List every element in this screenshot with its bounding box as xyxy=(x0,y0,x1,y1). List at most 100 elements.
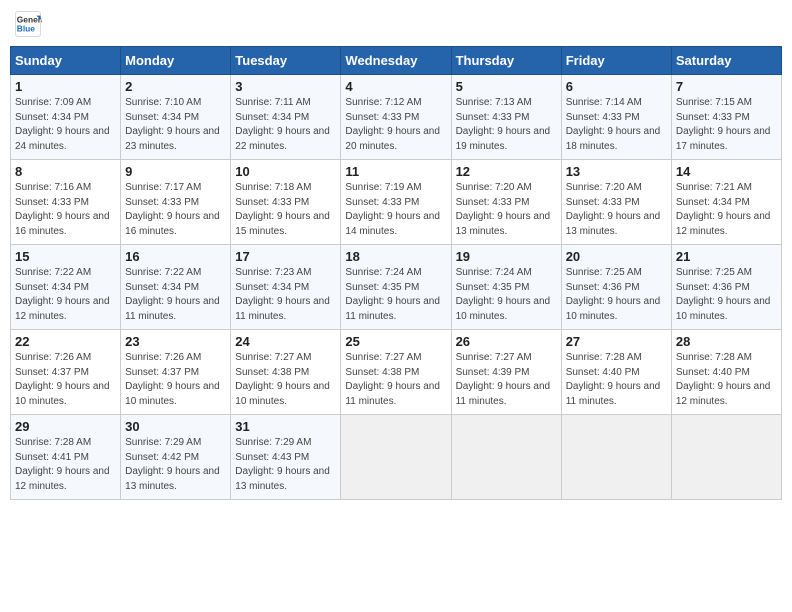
calendar-cell: 21 Sunrise: 7:25 AMSunset: 4:36 PMDaylig… xyxy=(671,245,781,330)
day-number: 11 xyxy=(345,164,446,179)
day-number: 12 xyxy=(456,164,557,179)
weekday-header-wednesday: Wednesday xyxy=(341,47,451,75)
day-number: 25 xyxy=(345,334,446,349)
day-number: 15 xyxy=(15,249,116,264)
day-info: Sunrise: 7:22 AMSunset: 4:34 PMDaylight:… xyxy=(125,267,220,322)
day-info: Sunrise: 7:28 AMSunset: 4:41 PMDaylight:… xyxy=(15,437,110,492)
day-number: 16 xyxy=(125,249,226,264)
calendar-cell: 7 Sunrise: 7:15 AMSunset: 4:33 PMDayligh… xyxy=(671,75,781,160)
day-info: Sunrise: 7:10 AMSunset: 4:34 PMDaylight:… xyxy=(125,97,220,152)
day-info: Sunrise: 7:28 AMSunset: 4:40 PMDaylight:… xyxy=(676,352,771,407)
day-number: 26 xyxy=(456,334,557,349)
day-number: 23 xyxy=(125,334,226,349)
day-number: 31 xyxy=(235,419,336,434)
day-number: 3 xyxy=(235,79,336,94)
calendar-cell: 8 Sunrise: 7:16 AMSunset: 4:33 PMDayligh… xyxy=(11,160,121,245)
day-info: Sunrise: 7:21 AMSunset: 4:34 PMDaylight:… xyxy=(676,182,771,237)
day-info: Sunrise: 7:15 AMSunset: 4:33 PMDaylight:… xyxy=(676,97,771,152)
calendar-cell: 3 Sunrise: 7:11 AMSunset: 4:34 PMDayligh… xyxy=(231,75,341,160)
day-info: Sunrise: 7:20 AMSunset: 4:33 PMDaylight:… xyxy=(566,182,661,237)
day-number: 30 xyxy=(125,419,226,434)
weekday-header-thursday: Thursday xyxy=(451,47,561,75)
calendar-cell: 18 Sunrise: 7:24 AMSunset: 4:35 PMDaylig… xyxy=(341,245,451,330)
calendar-cell: 31 Sunrise: 7:29 AMSunset: 4:43 PMDaylig… xyxy=(231,415,341,500)
day-number: 2 xyxy=(125,79,226,94)
day-number: 29 xyxy=(15,419,116,434)
calendar-cell xyxy=(671,415,781,500)
calendar-cell: 10 Sunrise: 7:18 AMSunset: 4:33 PMDaylig… xyxy=(231,160,341,245)
day-info: Sunrise: 7:16 AMSunset: 4:33 PMDaylight:… xyxy=(15,182,110,237)
day-info: Sunrise: 7:09 AMSunset: 4:34 PMDaylight:… xyxy=(15,97,110,152)
calendar-cell: 4 Sunrise: 7:12 AMSunset: 4:33 PMDayligh… xyxy=(341,75,451,160)
calendar-week-row: 22 Sunrise: 7:26 AMSunset: 4:37 PMDaylig… xyxy=(11,330,782,415)
svg-text:Blue: Blue xyxy=(17,24,35,34)
calendar-cell: 1 Sunrise: 7:09 AMSunset: 4:34 PMDayligh… xyxy=(11,75,121,160)
day-info: Sunrise: 7:11 AMSunset: 4:34 PMDaylight:… xyxy=(235,97,330,152)
day-info: Sunrise: 7:12 AMSunset: 4:33 PMDaylight:… xyxy=(345,97,440,152)
page-header: General Blue xyxy=(10,10,782,38)
calendar-week-row: 8 Sunrise: 7:16 AMSunset: 4:33 PMDayligh… xyxy=(11,160,782,245)
calendar-cell: 9 Sunrise: 7:17 AMSunset: 4:33 PMDayligh… xyxy=(121,160,231,245)
calendar-cell: 26 Sunrise: 7:27 AMSunset: 4:39 PMDaylig… xyxy=(451,330,561,415)
day-number: 9 xyxy=(125,164,226,179)
logo: General Blue xyxy=(14,10,42,38)
calendar-cell: 11 Sunrise: 7:19 AMSunset: 4:33 PMDaylig… xyxy=(341,160,451,245)
calendar-cell: 15 Sunrise: 7:22 AMSunset: 4:34 PMDaylig… xyxy=(11,245,121,330)
day-number: 21 xyxy=(676,249,777,264)
day-info: Sunrise: 7:20 AMSunset: 4:33 PMDaylight:… xyxy=(456,182,551,237)
day-number: 5 xyxy=(456,79,557,94)
day-number: 7 xyxy=(676,79,777,94)
calendar-cell: 12 Sunrise: 7:20 AMSunset: 4:33 PMDaylig… xyxy=(451,160,561,245)
weekday-header-saturday: Saturday xyxy=(671,47,781,75)
weekday-header-tuesday: Tuesday xyxy=(231,47,341,75)
calendar-cell: 6 Sunrise: 7:14 AMSunset: 4:33 PMDayligh… xyxy=(561,75,671,160)
calendar-cell: 24 Sunrise: 7:27 AMSunset: 4:38 PMDaylig… xyxy=(231,330,341,415)
day-number: 1 xyxy=(15,79,116,94)
weekday-header-monday: Monday xyxy=(121,47,231,75)
calendar-week-row: 29 Sunrise: 7:28 AMSunset: 4:41 PMDaylig… xyxy=(11,415,782,500)
day-info: Sunrise: 7:17 AMSunset: 4:33 PMDaylight:… xyxy=(125,182,220,237)
calendar-header-row: SundayMondayTuesdayWednesdayThursdayFrid… xyxy=(11,47,782,75)
day-number: 19 xyxy=(456,249,557,264)
calendar-cell: 27 Sunrise: 7:28 AMSunset: 4:40 PMDaylig… xyxy=(561,330,671,415)
calendar-cell: 16 Sunrise: 7:22 AMSunset: 4:34 PMDaylig… xyxy=(121,245,231,330)
calendar-cell: 29 Sunrise: 7:28 AMSunset: 4:41 PMDaylig… xyxy=(11,415,121,500)
calendar-cell: 20 Sunrise: 7:25 AMSunset: 4:36 PMDaylig… xyxy=(561,245,671,330)
calendar-cell xyxy=(451,415,561,500)
calendar-table: SundayMondayTuesdayWednesdayThursdayFrid… xyxy=(10,46,782,500)
calendar-cell xyxy=(561,415,671,500)
day-number: 18 xyxy=(345,249,446,264)
calendar-cell xyxy=(341,415,451,500)
day-number: 24 xyxy=(235,334,336,349)
day-number: 22 xyxy=(15,334,116,349)
calendar-cell: 30 Sunrise: 7:29 AMSunset: 4:42 PMDaylig… xyxy=(121,415,231,500)
day-number: 4 xyxy=(345,79,446,94)
calendar-cell: 14 Sunrise: 7:21 AMSunset: 4:34 PMDaylig… xyxy=(671,160,781,245)
calendar-body: 1 Sunrise: 7:09 AMSunset: 4:34 PMDayligh… xyxy=(11,75,782,500)
day-number: 13 xyxy=(566,164,667,179)
day-info: Sunrise: 7:13 AMSunset: 4:33 PMDaylight:… xyxy=(456,97,551,152)
day-info: Sunrise: 7:19 AMSunset: 4:33 PMDaylight:… xyxy=(345,182,440,237)
logo-icon: General Blue xyxy=(14,10,42,38)
day-info: Sunrise: 7:26 AMSunset: 4:37 PMDaylight:… xyxy=(125,352,220,407)
calendar-week-row: 1 Sunrise: 7:09 AMSunset: 4:34 PMDayligh… xyxy=(11,75,782,160)
day-info: Sunrise: 7:25 AMSunset: 4:36 PMDaylight:… xyxy=(566,267,661,322)
weekday-header-sunday: Sunday xyxy=(11,47,121,75)
day-number: 27 xyxy=(566,334,667,349)
calendar-cell: 13 Sunrise: 7:20 AMSunset: 4:33 PMDaylig… xyxy=(561,160,671,245)
day-info: Sunrise: 7:23 AMSunset: 4:34 PMDaylight:… xyxy=(235,267,330,322)
day-info: Sunrise: 7:18 AMSunset: 4:33 PMDaylight:… xyxy=(235,182,330,237)
calendar-cell: 22 Sunrise: 7:26 AMSunset: 4:37 PMDaylig… xyxy=(11,330,121,415)
day-number: 17 xyxy=(235,249,336,264)
day-info: Sunrise: 7:26 AMSunset: 4:37 PMDaylight:… xyxy=(15,352,110,407)
day-number: 14 xyxy=(676,164,777,179)
day-number: 6 xyxy=(566,79,667,94)
calendar-cell: 25 Sunrise: 7:27 AMSunset: 4:38 PMDaylig… xyxy=(341,330,451,415)
calendar-cell: 19 Sunrise: 7:24 AMSunset: 4:35 PMDaylig… xyxy=(451,245,561,330)
day-info: Sunrise: 7:27 AMSunset: 4:39 PMDaylight:… xyxy=(456,352,551,407)
day-info: Sunrise: 7:24 AMSunset: 4:35 PMDaylight:… xyxy=(456,267,551,322)
day-number: 8 xyxy=(15,164,116,179)
day-number: 10 xyxy=(235,164,336,179)
day-info: Sunrise: 7:22 AMSunset: 4:34 PMDaylight:… xyxy=(15,267,110,322)
day-number: 20 xyxy=(566,249,667,264)
